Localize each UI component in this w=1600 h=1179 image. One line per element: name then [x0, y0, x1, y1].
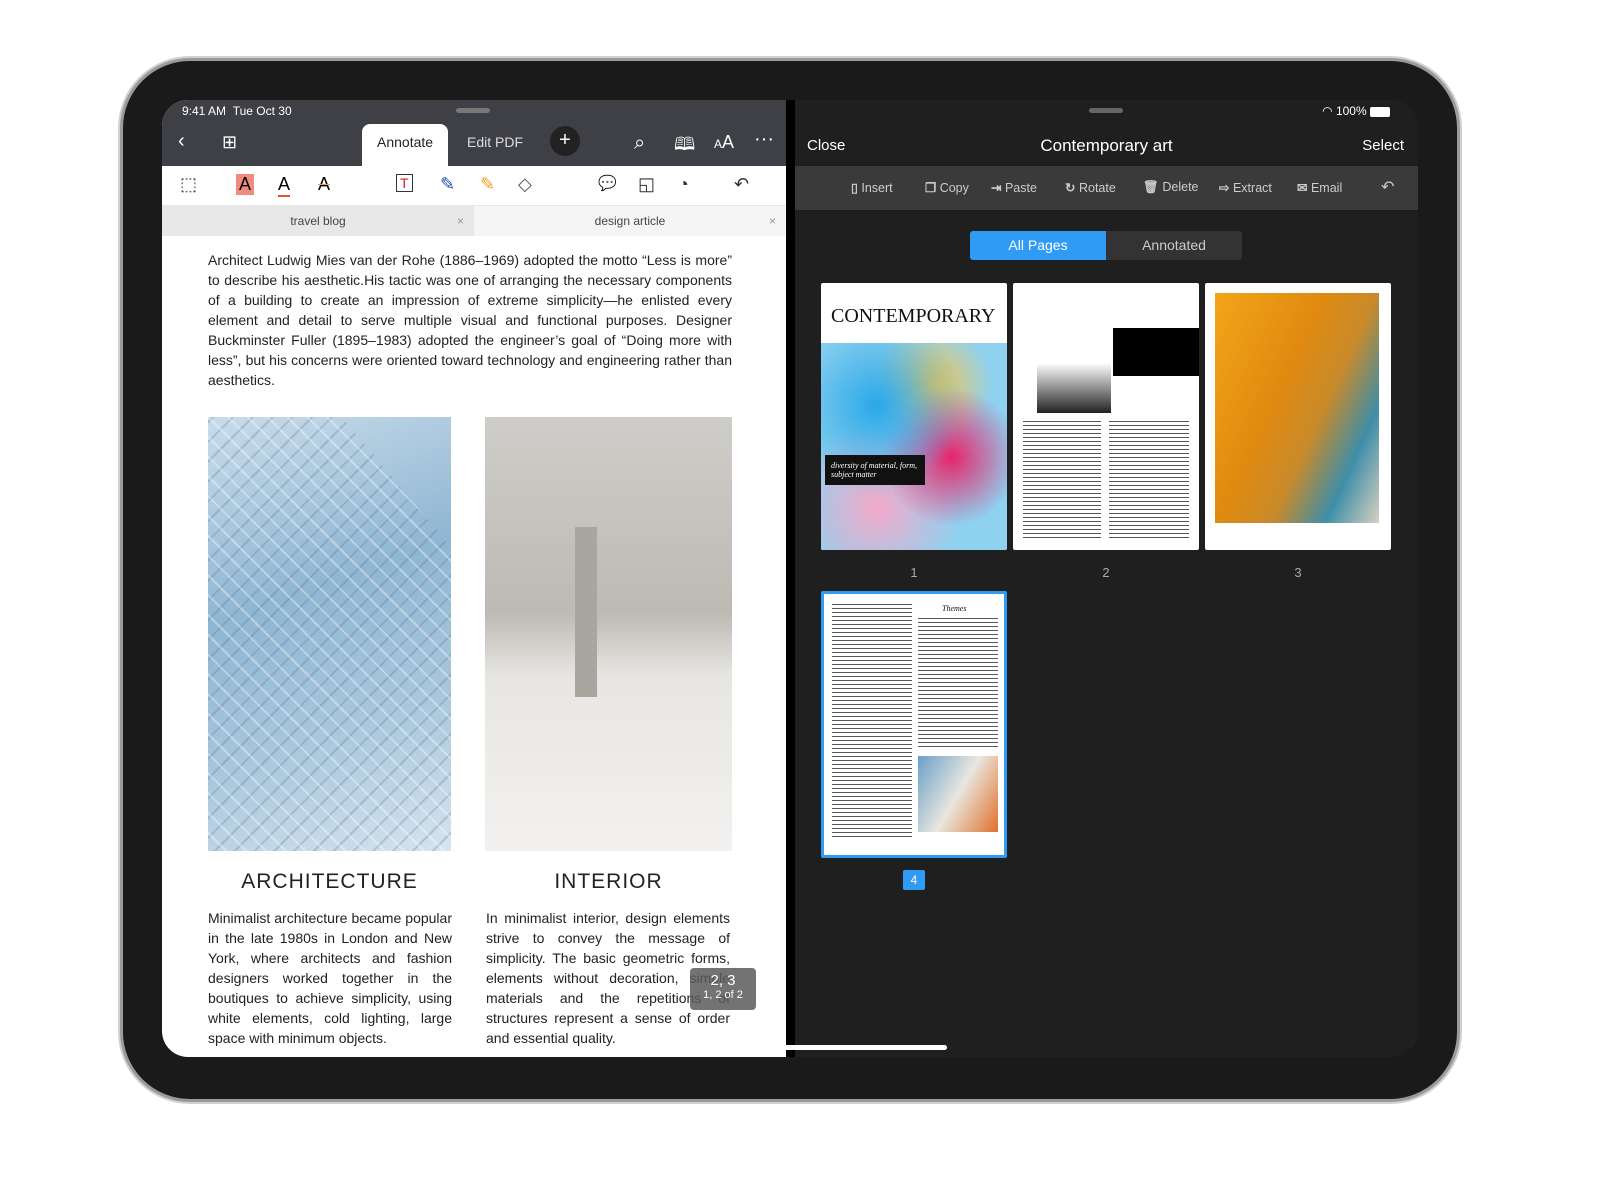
insert-button[interactable]: ▯ Insert — [851, 180, 893, 195]
home-indicator[interactable] — [782, 1045, 947, 1050]
multitask-handle[interactable] — [1089, 108, 1123, 113]
delete-button[interactable]: 🗑 Delete — [1143, 180, 1199, 195]
paste-icon: ⇥ — [991, 181, 1002, 195]
copy-button[interactable]: ❐ Copy — [925, 180, 969, 195]
shapes-icon[interactable]: ◱ — [638, 174, 655, 195]
battery-icon — [1370, 106, 1390, 117]
undo-icon[interactable]: ↶ — [1381, 177, 1394, 197]
page-toolbar: ▯ Insert ❐ Copy ⇥ Paste ↻ Rotate 🗑 Delet… — [795, 166, 1418, 210]
page-number-selected: 4 — [903, 870, 925, 890]
doc-tab-travel-blog[interactable]: travel blog × — [162, 206, 474, 236]
sticker-icon[interactable]: ◔ — [678, 174, 689, 195]
text-size-icon[interactable]: AA — [714, 132, 734, 153]
page-thumbnail-1[interactable]: CONTEMPORARY ART OF TODAY diversity of m… — [821, 283, 1007, 550]
book-icon[interactable]: 🕮 — [674, 132, 695, 162]
page-thumbnail-3[interactable] — [1205, 283, 1391, 550]
filter-all-pages[interactable]: All Pages — [970, 231, 1106, 260]
architecture-heading: ARCHITECTURE — [241, 870, 418, 893]
tab-annotate[interactable]: Annotate — [362, 124, 449, 166]
page-organizer-pane: ◠ 100% Close Contemporary art Select ▯ I… — [795, 100, 1418, 1057]
highlight-icon[interactable]: A — [236, 174, 255, 195]
architecture-image — [208, 417, 451, 851]
strikethrough-icon[interactable]: A — [318, 174, 330, 195]
insert-icon: ▯ — [851, 181, 858, 195]
annotation-toolbar: ⬚ A A A T ✎ ✎ ◇ 💬 ◱ ◔ ↶ — [162, 166, 786, 206]
intro-paragraph: Architect Ludwig Mies van der Rohe (1886… — [208, 252, 732, 388]
add-tab-button[interactable]: + — [550, 126, 580, 156]
battery-level: 100% — [1335, 104, 1367, 118]
status-time: 9:41 AM — [182, 104, 227, 118]
rotate-icon: ↻ — [1065, 181, 1076, 195]
email-icon: ✉ — [1297, 181, 1308, 195]
highlighter-icon[interactable]: ✎ — [480, 174, 495, 195]
page-indicator: 2, 3 1, 2 of 2 — [690, 968, 756, 1010]
search-icon[interactable]: ⌕ — [634, 132, 645, 155]
page-number: 1 — [910, 565, 918, 580]
page-number: 2 — [1102, 565, 1110, 580]
select-button[interactable]: Select — [1362, 137, 1404, 154]
underline-icon[interactable]: A — [278, 174, 291, 197]
document-tabs: travel blog × design article × — [162, 206, 786, 236]
document-title: Contemporary art — [1040, 136, 1173, 155]
tab-edit-pdf[interactable]: Edit PDF — [452, 124, 538, 166]
doc-tab-design-article[interactable]: design article × — [474, 206, 786, 236]
more-icon[interactable]: ··· — [754, 128, 774, 151]
close-icon[interactable]: × — [769, 206, 776, 236]
page-thumbnail-4[interactable]: Themes — [821, 591, 1007, 858]
email-button[interactable]: ✉ Email — [1297, 180, 1342, 195]
trash-icon: 🗑 — [1143, 180, 1159, 194]
page-filter: All Pages Annotated — [970, 231, 1242, 260]
extract-button[interactable]: ⇨ Extract — [1219, 180, 1272, 195]
filter-annotated[interactable]: Annotated — [1106, 231, 1242, 260]
note-icon[interactable]: 💬 — [598, 174, 617, 192]
architecture-text: Minimalist architecture became popular i… — [208, 910, 452, 1046]
split-divider[interactable] — [786, 100, 795, 1057]
back-icon[interactable]: ‹ — [178, 130, 185, 153]
copy-icon: ❐ — [925, 181, 937, 195]
multitask-handle[interactable] — [456, 108, 490, 113]
status-date: Tue Oct 30 — [232, 104, 292, 118]
selection-icon[interactable]: ⬚ — [180, 174, 197, 195]
grid-icon[interactable]: ⊞ — [222, 132, 237, 153]
page-thumbnail-2[interactable] — [1013, 283, 1199, 550]
text-box-icon[interactable]: T — [396, 174, 413, 192]
undo-icon[interactable]: ↶ — [734, 174, 749, 195]
interior-heading: INTERIOR — [554, 870, 663, 893]
pen-icon[interactable]: ✎ — [440, 174, 455, 195]
annotate-pane: 9:41 AM Tue Oct 30 ‹ ⊞ Annotate Edit PDF… — [162, 100, 786, 1057]
page-number: 3 — [1294, 565, 1302, 580]
top-bar: 9:41 AM Tue Oct 30 ‹ ⊞ Annotate Edit PDF… — [162, 100, 786, 166]
extract-icon: ⇨ — [1219, 181, 1230, 195]
paste-button[interactable]: ⇥ Paste — [991, 180, 1037, 195]
close-icon[interactable]: × — [457, 206, 464, 236]
interior-image — [485, 417, 732, 851]
screen: 9:41 AM Tue Oct 30 ‹ ⊞ Annotate Edit PDF… — [162, 100, 1418, 1057]
rotate-button[interactable]: ↻ Rotate — [1065, 180, 1116, 195]
eraser-icon[interactable]: ◇ — [518, 174, 532, 195]
wifi-icon: ◠ — [1322, 104, 1333, 118]
